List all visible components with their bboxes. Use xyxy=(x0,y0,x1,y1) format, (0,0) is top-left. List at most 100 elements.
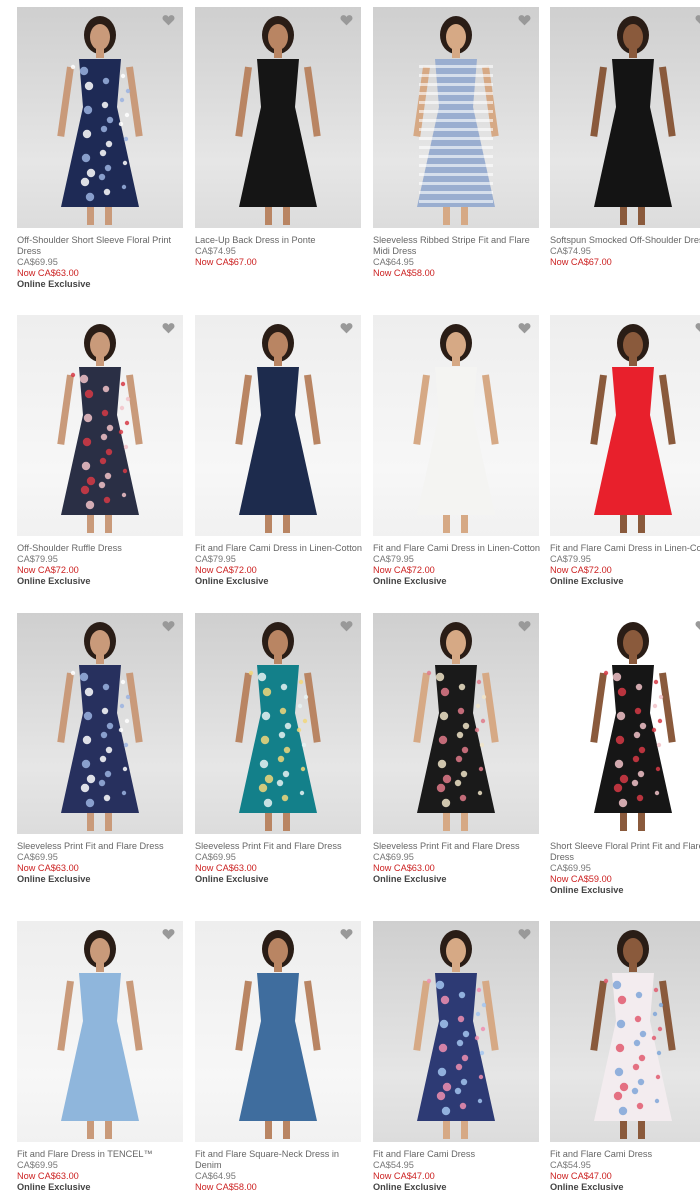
sale-price: Now CA$58.00 xyxy=(195,1182,257,1192)
product-name[interactable]: Fit and Flare Cami Dress xyxy=(550,1149,700,1160)
product-card[interactable]: Fit and Flare Cami Dress in Linen-Cotton… xyxy=(550,315,700,587)
product-image[interactable] xyxy=(550,613,700,834)
product-name[interactable]: Lace-Up Back Dress in Ponte xyxy=(195,235,361,246)
product-image[interactable] xyxy=(373,7,539,228)
exclusive-badge: Online Exclusive xyxy=(195,576,269,586)
original-price: CA$79.95 xyxy=(195,554,236,564)
product-image[interactable] xyxy=(373,613,539,834)
heart-icon[interactable] xyxy=(340,13,353,26)
product-card[interactable]: Fit and Flare Square-Neck Dress in Denim… xyxy=(195,921,361,1193)
product-card[interactable]: Sleeveless Print Fit and Flare Dress CA$6… xyxy=(373,613,539,885)
original-price: CA$74.95 xyxy=(195,246,236,256)
original-price: CA$79.95 xyxy=(550,554,591,564)
product-card[interactable]: Sleeveless Ribbed Stripe Fit and Flare M… xyxy=(373,7,539,279)
original-price: CA$69.95 xyxy=(195,852,236,862)
sale-price: Now CA$72.00 xyxy=(17,565,79,575)
product-image[interactable] xyxy=(17,921,183,1142)
product-card[interactable]: Lace-Up Back Dress in Ponte CA$74.95 Now C… xyxy=(195,7,361,268)
dress-image xyxy=(590,622,676,831)
exclusive-badge: Online Exclusive xyxy=(17,1182,91,1192)
product-name[interactable]: Fit and Flare Cami Dress xyxy=(373,1149,539,1160)
product-image[interactable] xyxy=(550,315,700,536)
product-name[interactable]: Fit and Flare Dress in TENCEL™ xyxy=(17,1149,183,1160)
product-name[interactable]: Short Sleeve Floral Print Fit and Flare … xyxy=(550,841,700,863)
dress-image xyxy=(57,622,143,831)
product-card[interactable]: Fit and Flare Cami Dress CA$54.95 Now CA$4… xyxy=(550,921,700,1193)
product-card[interactable]: Sleeveless Print Fit and Flare Dress CA$6… xyxy=(195,613,361,885)
sale-price: Now CA$58.00 xyxy=(373,268,435,278)
dress-image xyxy=(235,930,321,1139)
product-name[interactable]: Fit and Flare Cami Dress in Linen-Cotton xyxy=(195,543,362,554)
sale-price: Now CA$63.00 xyxy=(195,863,257,873)
product-image[interactable] xyxy=(195,921,361,1142)
product-name[interactable]: Off-Shoulder Ruffle Dress xyxy=(17,543,183,554)
product-name[interactable]: Softspun Smocked Off-Shoulder Dress xyxy=(550,235,700,246)
product-image[interactable] xyxy=(17,315,183,536)
heart-icon[interactable] xyxy=(518,321,531,334)
product-name[interactable]: Sleeveless Ribbed Stripe Fit and Flare M… xyxy=(373,235,539,257)
heart-icon[interactable] xyxy=(340,927,353,940)
heart-icon[interactable] xyxy=(162,321,175,334)
heart-icon[interactable] xyxy=(695,321,700,333)
dress-image xyxy=(590,324,676,533)
product-image[interactable] xyxy=(17,7,183,228)
heart-icon[interactable] xyxy=(518,619,531,632)
dress-image xyxy=(413,16,499,225)
heart-icon[interactable] xyxy=(162,927,175,940)
product-image[interactable] xyxy=(17,613,183,834)
product-card[interactable]: Off-Shoulder Ruffle Dress CA$79.95 Now CA$… xyxy=(17,315,183,587)
product-image[interactable] xyxy=(373,921,539,1142)
product-image[interactable] xyxy=(195,315,361,536)
sale-price: Now CA$72.00 xyxy=(373,565,435,575)
product-name[interactable]: Fit and Flare Cami Dress in Linen-Cotton xyxy=(550,543,700,554)
original-price: CA$69.95 xyxy=(373,852,414,862)
dress-image xyxy=(235,16,321,225)
exclusive-badge: Online Exclusive xyxy=(195,874,269,884)
heart-icon[interactable] xyxy=(695,619,700,631)
original-price: CA$74.95 xyxy=(550,246,591,256)
dress-image xyxy=(235,324,321,533)
exclusive-badge: Online Exclusive xyxy=(17,279,91,289)
sale-price: Now CA$63.00 xyxy=(17,863,79,873)
product-card[interactable]: Fit and Flare Cami Dress in Linen-Cotton… xyxy=(195,315,362,587)
product-card[interactable]: Fit and Flare Cami Dress CA$54.95 Now CA$4… xyxy=(373,921,539,1193)
heart-icon[interactable] xyxy=(162,13,175,26)
product-card[interactable]: Softspun Smocked Off-Shoulder Dress CA$74… xyxy=(550,7,700,268)
original-price: CA$79.95 xyxy=(373,554,414,564)
exclusive-badge: Online Exclusive xyxy=(373,1182,447,1192)
original-price: CA$79.95 xyxy=(17,554,58,564)
product-card[interactable]: Fit and Flare Dress in TENCEL™ CA$69.95 No… xyxy=(17,921,183,1193)
product-card[interactable]: Short Sleeve Floral Print Fit and Flare … xyxy=(550,613,700,896)
sale-price: Now CA$47.00 xyxy=(373,1171,435,1181)
dress-image xyxy=(590,16,676,225)
product-name[interactable]: Sleeveless Print Fit and Flare Dress xyxy=(195,841,361,852)
original-price: CA$54.95 xyxy=(550,1160,591,1170)
product-name[interactable]: Sleeveless Print Fit and Flare Dress xyxy=(17,841,183,852)
product-name[interactable]: Fit and Flare Square-Neck Dress in Denim xyxy=(195,1149,361,1171)
product-image[interactable] xyxy=(550,7,700,228)
heart-icon[interactable] xyxy=(162,619,175,632)
exclusive-badge: Online Exclusive xyxy=(550,885,624,895)
product-image[interactable] xyxy=(550,921,700,1142)
original-price: CA$64.95 xyxy=(195,1171,236,1181)
sale-price: Now CA$63.00 xyxy=(373,863,435,873)
dress-image xyxy=(590,930,676,1139)
heart-icon[interactable] xyxy=(340,321,353,334)
product-image[interactable] xyxy=(195,613,361,834)
heart-icon[interactable] xyxy=(695,13,700,25)
original-price: CA$69.95 xyxy=(17,1160,58,1170)
exclusive-badge: Online Exclusive xyxy=(550,1182,624,1192)
product-card[interactable]: Fit and Flare Cami Dress in Linen-Cotton… xyxy=(373,315,540,587)
product-image[interactable] xyxy=(195,7,361,228)
heart-icon[interactable] xyxy=(518,927,531,940)
product-name[interactable]: Fit and Flare Cami Dress in Linen-Cotton xyxy=(373,543,540,554)
heart-icon[interactable] xyxy=(518,13,531,26)
dress-image xyxy=(57,930,143,1139)
product-image[interactable] xyxy=(373,315,539,536)
heart-icon[interactable] xyxy=(340,619,353,632)
product-card[interactable]: Off-Shoulder Short Sleeve Floral Print D… xyxy=(17,7,183,290)
original-price: CA$69.95 xyxy=(17,852,58,862)
product-name[interactable]: Off-Shoulder Short Sleeve Floral Print D… xyxy=(17,235,183,257)
product-name[interactable]: Sleeveless Print Fit and Flare Dress xyxy=(373,841,539,852)
product-card[interactable]: Sleeveless Print Fit and Flare Dress CA$6… xyxy=(17,613,183,885)
